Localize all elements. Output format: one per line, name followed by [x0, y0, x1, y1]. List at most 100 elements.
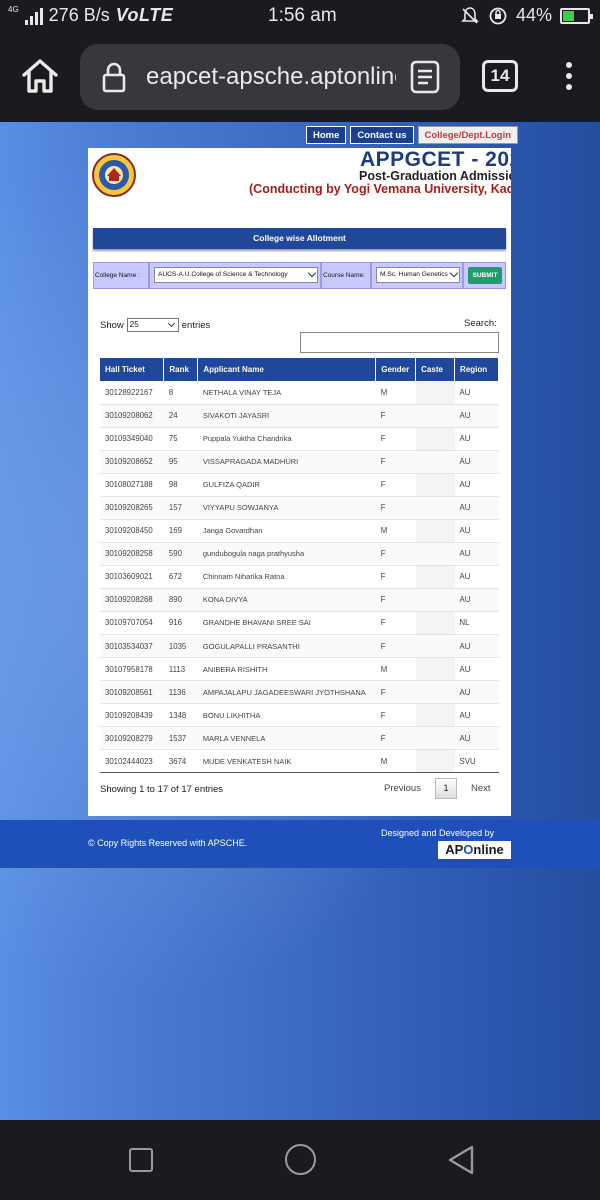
- section-title: College wise Allotment: [93, 228, 506, 249]
- cell-applicant-name: Janga Govardhan: [197, 519, 376, 543]
- cell-gender: F: [375, 404, 416, 428]
- network-speed: 276 B/s: [48, 5, 110, 25]
- cell-gender: F: [375, 450, 416, 474]
- cell-applicant-name: Chinnam Niharika Ratna: [197, 565, 376, 589]
- table-row: 30108027188 98 GULFIZA QADIR F AU: [100, 473, 499, 497]
- chevron-down-icon: [167, 319, 175, 328]
- table-row: 30128922167 8 NETHALA VINAY TEJA M AU: [100, 381, 499, 405]
- cell-caste: [415, 588, 455, 612]
- cell-gender: F: [375, 496, 416, 520]
- nav-home-link[interactable]: Home: [306, 126, 347, 144]
- cell-caste: [415, 404, 455, 428]
- cell-region: AU: [454, 427, 499, 451]
- recent-apps-icon[interactable]: [129, 1148, 153, 1172]
- table-row: 30103609021 672 Chinnam Niharika Ratna F AU: [100, 565, 499, 589]
- cell-caste: [415, 381, 455, 405]
- cell-rank: 8: [163, 381, 198, 405]
- address-bar[interactable]: eapcet-apsche.aptonline.in: [80, 44, 460, 110]
- cell-region: AU: [454, 404, 499, 428]
- cell-caste: [415, 680, 455, 705]
- home-icon[interactable]: [18, 54, 62, 98]
- cell-caste: [415, 611, 455, 636]
- header-gender[interactable]: Gender: [375, 358, 417, 381]
- search-label: Search:: [464, 318, 497, 329]
- college-label: College Name :: [95, 272, 140, 279]
- header-hall-ticket[interactable]: Hall Ticket: [100, 358, 165, 381]
- cell-rank: 75: [163, 427, 198, 451]
- cell-gender: F: [375, 611, 416, 636]
- cell-hall-ticket: 30109208268: [100, 588, 164, 612]
- cell-applicant-name: KONA DIVYA: [197, 588, 376, 612]
- cell-rank: 1113: [163, 657, 198, 682]
- reader-mode-icon[interactable]: [408, 59, 442, 95]
- cell-rank: 3674: [163, 749, 198, 774]
- home-circle-icon[interactable]: [285, 1144, 316, 1175]
- data-saver-icon: [489, 7, 507, 24]
- header-applicant-name[interactable]: Applicant Name: [197, 358, 377, 381]
- network-type: 4G: [8, 5, 19, 14]
- page-button[interactable]: 1: [434, 778, 457, 799]
- cell-caste: [415, 565, 455, 589]
- university-logo: [92, 153, 136, 197]
- pagination: Previous 1 Next: [384, 778, 491, 799]
- cell-rank: 1537: [163, 726, 198, 751]
- lock-icon[interactable]: [98, 61, 130, 93]
- cell-gender: F: [375, 703, 416, 728]
- cell-region: AU: [454, 634, 499, 659]
- status-time: 1:56 am: [268, 5, 337, 26]
- cell-rank: 98: [163, 473, 198, 497]
- cell-applicant-name: VISSAPRAGADA MADHURI: [197, 450, 376, 474]
- entries-select[interactable]: 25: [126, 318, 179, 332]
- cell-gender: F: [375, 565, 416, 589]
- cell-caste: [415, 703, 455, 728]
- url-text[interactable]: eapcet-apsche.aptonline.in: [146, 63, 396, 91]
- copyright-text: © Copy Rights Reserved with APSCHE.: [88, 838, 248, 848]
- submit-button[interactable]: SUBMIT: [468, 267, 502, 284]
- header-rank[interactable]: Rank: [163, 358, 199, 381]
- page-subtitle: Post-Graduation Admissions: [359, 169, 511, 183]
- cell-applicant-name: BONU LIKHITHA: [197, 703, 376, 728]
- next-button[interactable]: Next: [471, 783, 491, 794]
- volte-label: VoLTE: [115, 5, 174, 25]
- cell-gender: F: [375, 726, 416, 751]
- college-select[interactable]: AUCS-A.U.College of Science & Technology: [154, 267, 318, 283]
- cell-rank: 24: [163, 404, 198, 428]
- course-select[interactable]: M.Sc. Human Genetics: [376, 267, 460, 283]
- cell-hall-ticket: 30109208062: [100, 404, 164, 428]
- cell-rank: 916: [163, 611, 198, 636]
- cell-hall-ticket: 30103609021: [100, 565, 164, 589]
- table-row: 30109349040 75 Puppala Yuktha Chandrika F AU: [100, 427, 499, 451]
- site-footer: © Copy Rights Reserved with APSCHE. Desi…: [0, 820, 600, 868]
- header-caste[interactable]: Caste: [415, 358, 456, 381]
- college-label-cell: College Name :: [93, 262, 149, 289]
- signal-icon: [24, 7, 43, 25]
- cell-region: AU: [454, 542, 499, 566]
- cell-applicant-name: MARLA VENNELA: [197, 726, 376, 751]
- show-label: Show: [100, 319, 124, 331]
- cell-region: NL: [454, 611, 499, 636]
- cell-hall-ticket: 30109707054: [100, 611, 164, 636]
- cell-gender: F: [375, 588, 416, 612]
- bell-off-icon: [461, 6, 479, 24]
- cell-caste: [415, 496, 455, 520]
- previous-button[interactable]: Previous: [384, 783, 421, 794]
- nav-contact-link[interactable]: Contact us: [350, 126, 414, 144]
- browser-toolbar: eapcet-apsche.aptonline.in 14: [0, 32, 600, 122]
- cell-caste: [415, 473, 455, 497]
- cell-hall-ticket: 30109208279: [100, 726, 164, 751]
- cell-caste: [415, 427, 455, 451]
- cell-gender: M: [375, 657, 416, 682]
- cell-gender: M: [375, 381, 416, 405]
- cell-gender: F: [375, 542, 416, 566]
- back-icon[interactable]: [446, 1144, 476, 1176]
- cell-rank: 672: [163, 565, 198, 589]
- header-region[interactable]: Region: [454, 358, 499, 381]
- table-row: 30109208561 1136 AMPAJALAPU JAGADEESWARI J…: [100, 680, 499, 705]
- tab-switcher-button[interactable]: 14: [482, 60, 518, 92]
- cell-rank: 169: [163, 519, 198, 543]
- overflow-menu-icon[interactable]: [556, 58, 582, 98]
- search-input[interactable]: [300, 332, 499, 353]
- cell-applicant-name: AMPAJALAPU JAGADEESWARI JYOTHSHANA: [197, 680, 376, 705]
- cell-applicant-name: GRANDHE BHAVANI SREE SAI: [197, 611, 376, 636]
- nav-login-link[interactable]: College/Dept.Login: [417, 126, 519, 144]
